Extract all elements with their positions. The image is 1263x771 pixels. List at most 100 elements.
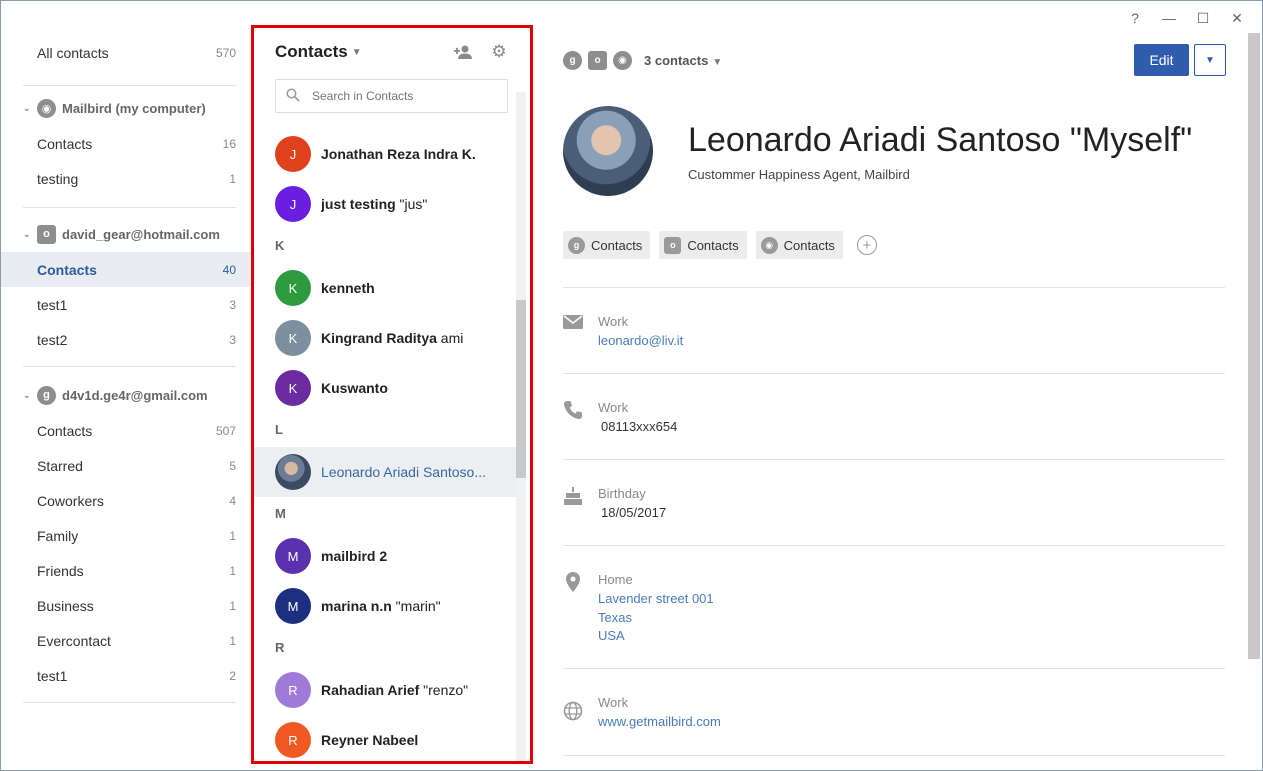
contact-row[interactable]: M marina n.n "marin" bbox=[253, 583, 516, 629]
sidebar-divider bbox=[23, 366, 236, 367]
sidebar-item-coworkers[interactable]: Coworkers 4 bbox=[1, 483, 250, 518]
sidebar-item-all-contacts[interactable]: All contacts 570 bbox=[1, 35, 250, 70]
chevron-down-icon: ⌄ bbox=[23, 389, 31, 400]
source-chip-outlook[interactable]: o Contacts bbox=[659, 231, 747, 259]
gear-icon[interactable]: ⚙ bbox=[488, 41, 510, 63]
contact-name-text: Jonathan Reza Indra K. bbox=[321, 146, 476, 162]
sidebar-item-label: Contacts bbox=[37, 422, 93, 439]
chip-label: Contacts bbox=[687, 237, 739, 253]
sidebar-item-evercontact[interactable]: Evercontact 1 bbox=[1, 623, 250, 658]
contact-job-title: Custommer Happiness Agent, Mailbird bbox=[688, 167, 910, 182]
details-scrollbar[interactable] bbox=[1248, 33, 1260, 659]
mailbird-icon: ◉ bbox=[760, 236, 778, 254]
avatar: K bbox=[275, 320, 311, 356]
contact-name-text: Reyner Nabeel bbox=[321, 732, 419, 748]
contact-name: mailbird 2 bbox=[321, 548, 387, 564]
contact-row[interactable]: K kenneth bbox=[253, 265, 516, 311]
caret-down-icon: ▼ bbox=[1205, 54, 1215, 66]
cake-icon bbox=[563, 486, 583, 512]
sidebar-item-label: Business bbox=[37, 597, 94, 614]
sidebar-item-testing[interactable]: testing 1 bbox=[1, 161, 250, 196]
source-count-text: 3 contacts bbox=[644, 53, 709, 68]
contact-name-text: marina n.n bbox=[321, 598, 392, 614]
sidebar-item-starred[interactable]: Starred 5 bbox=[1, 448, 250, 483]
contact-row[interactable]: R Reyner Nabeel bbox=[253, 717, 516, 762]
contact-row[interactable]: J just testing "jus" bbox=[253, 181, 516, 227]
contact-name-text: Kuswanto bbox=[321, 380, 388, 396]
contact-name-text: Rahadian Arief bbox=[321, 682, 420, 698]
address-line[interactable]: Texas bbox=[598, 610, 632, 625]
sidebar-item-contacts[interactable]: Contacts 40 bbox=[1, 252, 250, 287]
contact-name: Kuswanto bbox=[321, 380, 388, 396]
mailbird-icon: ◉ bbox=[37, 98, 56, 118]
avatar: J bbox=[275, 136, 311, 172]
search-icon bbox=[286, 88, 302, 105]
avatar: K bbox=[275, 270, 311, 306]
chip-label: Contacts bbox=[591, 237, 643, 253]
divider bbox=[563, 755, 1225, 756]
sidebar-item-count: 1 bbox=[229, 598, 236, 613]
field-label: Birthday bbox=[598, 486, 646, 501]
contact-row[interactable]: M mailbird 2 bbox=[253, 533, 516, 579]
source-chip-mailbird[interactable]: ◉ Contacts bbox=[755, 231, 843, 259]
field-label: Work bbox=[598, 400, 629, 415]
divider bbox=[563, 459, 1225, 460]
account-header-gmail[interactable]: ⌄ g d4v1d.ge4r@gmail.com bbox=[1, 380, 250, 410]
sidebar-item-friends[interactable]: Friends 1 bbox=[1, 553, 250, 588]
chevron-down-icon: ⌄ bbox=[23, 102, 31, 113]
outlook-icon: o bbox=[588, 51, 607, 70]
contact-name-text: mailbird 2 bbox=[321, 548, 388, 564]
sidebar-item-label: test1 bbox=[37, 667, 68, 684]
sidebar-item-test2[interactable]: test2 3 bbox=[1, 322, 250, 357]
sidebar-item-contacts[interactable]: Contacts 507 bbox=[1, 413, 250, 448]
divider bbox=[563, 287, 1225, 288]
website-link[interactable]: www.getmailbird.com bbox=[598, 714, 721, 729]
sidebar-item-test1[interactable]: test1 2 bbox=[1, 658, 250, 693]
groups-sidebar: All contacts 570 ⌄ ◉ Mailbird (my comput… bbox=[1, 1, 250, 770]
sidebar-item-business[interactable]: Business 1 bbox=[1, 588, 250, 623]
sidebar-item-label: Friends bbox=[37, 562, 84, 579]
sidebar-item-count: 3 bbox=[229, 297, 236, 312]
person-add-icon[interactable] bbox=[453, 41, 475, 63]
contact-row[interactable]: R Rahadian Arief "renzo" bbox=[253, 667, 516, 713]
search-box[interactable] bbox=[275, 79, 508, 113]
address-line[interactable]: USA bbox=[598, 628, 625, 643]
caret-down-icon: ▼ bbox=[351, 47, 362, 59]
add-circle-icon[interactable]: + bbox=[856, 235, 877, 255]
contact-row[interactable]: K Kuswanto bbox=[253, 365, 516, 411]
section-header: K bbox=[275, 238, 285, 253]
avatar: K bbox=[275, 370, 311, 406]
contact-row[interactable]: K Kingrand Raditya ami bbox=[253, 315, 516, 361]
source-switcher[interactable]: g o ◉ 3 contacts ▼ bbox=[563, 51, 722, 70]
address-line[interactable]: Lavender street 001 bbox=[598, 591, 714, 606]
sidebar-item-count: 16 bbox=[222, 136, 236, 151]
avatar: R bbox=[275, 722, 311, 758]
contact-name: Kingrand Raditya ami bbox=[321, 330, 463, 346]
contact-name-text: just testing bbox=[321, 196, 396, 212]
sidebar-item-count: 570 bbox=[215, 45, 236, 60]
contact-row-selected[interactable]: Leonardo Ariadi Santoso... bbox=[253, 447, 516, 497]
email-link[interactable]: leonardo@liv.it bbox=[598, 333, 683, 348]
divider bbox=[563, 373, 1225, 374]
sidebar-item-test1[interactable]: test1 3 bbox=[1, 287, 250, 322]
list-title-text: Contacts bbox=[275, 42, 348, 61]
list-title[interactable]: Contacts ▼ bbox=[275, 42, 362, 62]
avatar: M bbox=[275, 588, 311, 624]
google-icon: g bbox=[563, 51, 582, 70]
sidebar-item-family[interactable]: Family 1 bbox=[1, 518, 250, 553]
sidebar-item-count: 2 bbox=[229, 668, 236, 683]
scrollbar-thumb[interactable] bbox=[516, 300, 526, 478]
google-icon: g bbox=[568, 236, 585, 254]
contact-row[interactable]: J Jonathan Reza Indra K. bbox=[253, 131, 516, 177]
sidebar-item-contacts[interactable]: Contacts 16 bbox=[1, 126, 250, 161]
edit-options-dropdown[interactable]: ▼ bbox=[1194, 44, 1226, 76]
sidebar-item-count: 1 bbox=[229, 171, 236, 186]
contact-name: Rahadian Arief "renzo" bbox=[321, 682, 468, 698]
account-header-hotmail[interactable]: ⌄ o david_gear@hotmail.com bbox=[1, 219, 250, 249]
search-input[interactable] bbox=[312, 89, 492, 103]
account-header-mailbird[interactable]: ⌄ ◉ Mailbird (my computer) bbox=[1, 93, 250, 123]
section-header: L bbox=[275, 422, 283, 437]
edit-button[interactable]: Edit bbox=[1134, 44, 1189, 76]
sidebar-divider bbox=[23, 85, 236, 86]
source-chip-google[interactable]: g Contacts bbox=[563, 231, 651, 259]
